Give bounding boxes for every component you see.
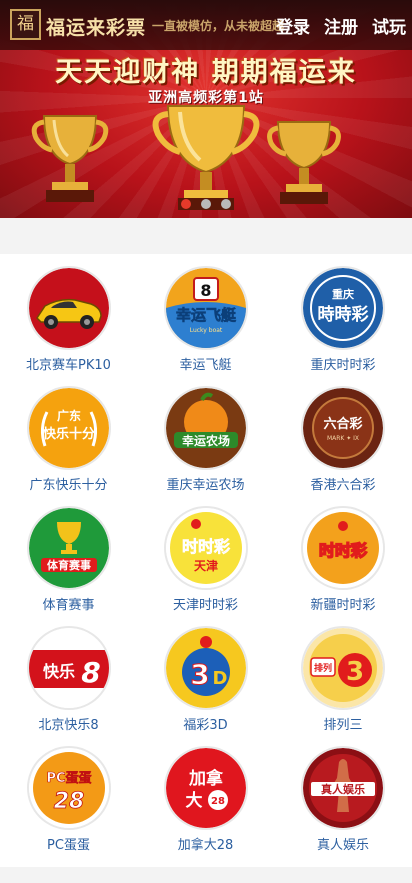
logo-text[interactable]: 福运来彩票 <box>46 13 146 40</box>
xinjiang-ssc-icon[interactable]: 时时彩 <box>303 508 383 588</box>
pl-num: 3 <box>346 657 364 687</box>
slogan: 一直被模仿，从未被超越 <box>152 19 285 33</box>
six-sub-text: MARK ✦ IX <box>327 435 359 442</box>
pc-egg-icon[interactable]: PC蛋蛋 28 <box>28 748 109 828</box>
ca-text-1: 加拿 <box>188 768 224 789</box>
egg-top-text: PC蛋蛋 <box>46 771 91 786</box>
login-link[interactable]: 登录 <box>276 13 310 38</box>
section-gap <box>0 218 412 254</box>
auth-nav: 登录 注册 试玩 <box>276 13 406 38</box>
game-label: 香港六合彩 <box>310 478 376 493</box>
game-label: 广东快乐十分 <box>29 478 108 493</box>
lucky-boat-icon[interactable]: 8 幸运飞艇 Lucky boat <box>165 268 246 348</box>
game-tile[interactable]: 时时彩 天津 天津时时彩 <box>137 508 274 628</box>
live-text: 真人娱乐 <box>321 782 365 796</box>
game-label: 重庆时时彩 <box>310 358 376 373</box>
egg-num: 28 <box>53 789 84 814</box>
ca-text-2: 大 <box>185 790 202 811</box>
gd-bottom-text: 快乐十分 <box>42 426 94 442</box>
game-tile[interactable]: 北京赛车PK10 <box>0 268 137 388</box>
game-label: 北京快乐8 <box>38 718 99 733</box>
live-casino-icon[interactable]: 真人娱乐 <box>303 748 383 828</box>
game-label: 重庆幸运农场 <box>166 478 245 493</box>
game-label: 天津时时彩 <box>172 598 238 613</box>
tj-city-text: 天津 <box>193 558 217 573</box>
slide-indicator <box>0 199 412 209</box>
trial-link[interactable]: 试玩 <box>372 13 406 38</box>
game-label: 幸运飞艇 <box>179 358 232 373</box>
trophy-center-icon <box>152 105 260 210</box>
game-label: 新疆时时彩 <box>310 598 376 613</box>
trophy-right-icon <box>267 121 341 204</box>
game-tile[interactable]: 重庆 時時彩 重庆时时彩 <box>274 268 412 388</box>
game-tile[interactable]: PC蛋蛋 28 PC蛋蛋 <box>0 748 137 868</box>
mark-six-icon[interactable]: 六合彩 MARK ✦ IX <box>303 388 383 468</box>
trophy-left-icon <box>31 115 109 202</box>
canada-28-icon[interactable]: 加拿 大 28 <box>165 748 246 828</box>
farm-text: 幸运农场 <box>181 433 229 448</box>
sports-text: 体育赛事 <box>47 558 91 572</box>
bottom-gap <box>0 867 412 883</box>
race-car-icon[interactable] <box>28 268 109 348</box>
game-tile[interactable]: 时时彩 新疆时时彩 <box>274 508 412 628</box>
top-bar: 福 福运来彩票 一直被模仿，从未被超越 登录 注册 试玩 <box>0 0 412 50</box>
guangdong-happy-ten-icon[interactable]: 广东 快乐十分 <box>28 388 109 468</box>
logo-mark[interactable]: 福 <box>10 9 41 40</box>
chongqing-ssc-icon[interactable]: 重庆 時時彩 <box>303 268 383 348</box>
welfare-3d-icon[interactable]: 3 D <box>165 628 246 708</box>
banner-headline: 天天迎财神 期期福运来 <box>55 57 357 88</box>
game-label: 福彩3D <box>183 718 228 733</box>
game-label: 排列三 <box>323 718 363 733</box>
game-label: 加拿大28 <box>177 838 234 853</box>
six-name-text: 六合彩 <box>323 416 362 432</box>
game-tile[interactable]: 六合彩 MARK ✦ IX 香港六合彩 <box>274 388 412 508</box>
pl-text: 排列 <box>314 662 332 674</box>
sports-trophy-icon[interactable]: 体育赛事 <box>28 508 109 588</box>
lucky-farm-icon[interactable]: 幸运农场 <box>165 388 246 468</box>
game-tile[interactable]: 快乐 8 北京快乐8 <box>0 628 137 748</box>
gd-top-text: 广东 <box>56 408 80 423</box>
game-tile[interactable]: 体育赛事 体育赛事 <box>0 508 137 628</box>
slide-dot-2[interactable] <box>201 199 211 209</box>
tianjin-ssc-icon[interactable]: 时时彩 天津 <box>165 508 246 588</box>
lucky-boat-number: 8 <box>200 281 211 300</box>
cq-city-text: 重庆 <box>332 287 354 301</box>
game-label: 北京赛车PK10 <box>26 358 111 373</box>
w3d-d: D <box>212 668 227 689</box>
game-label: 真人娱乐 <box>316 838 369 853</box>
game-grid: 北京赛车PK10 8 幸运飞艇 Lucky boat 幸运飞艇 重庆 時時彩 重… <box>0 254 412 867</box>
beijing-happy-8-icon[interactable]: 快乐 8 <box>28 628 109 708</box>
game-tile[interactable]: 3 D 福彩3D <box>137 628 274 748</box>
game-tile[interactable]: 8 幸运飞艇 Lucky boat 幸运飞艇 <box>137 268 274 388</box>
game-tile[interactable]: 真人娱乐 真人娱乐 <box>274 748 412 868</box>
h8-num: 8 <box>81 656 100 689</box>
h8-text: 快乐 <box>42 662 74 681</box>
game-tile[interactable]: 加拿 大 28 加拿大28 <box>137 748 274 868</box>
game-label: 体育赛事 <box>42 598 95 613</box>
cq-name-text: 時時彩 <box>318 304 369 325</box>
game-tile[interactable]: 幸运农场 重庆幸运农场 <box>137 388 274 508</box>
game-tile[interactable]: 广东 快乐十分 广东快乐十分 <box>0 388 137 508</box>
ca-num: 28 <box>211 796 225 807</box>
banner[interactable]: 福 福运来彩票 一直被模仿，从未被超越 登录 注册 试玩 天天迎财神 期期福运来… <box>0 0 412 218</box>
game-label: PC蛋蛋 <box>47 838 90 853</box>
lucky-boat-text: 幸运飞艇 <box>175 306 236 324</box>
slide-dot-3[interactable] <box>221 199 231 209</box>
register-link[interactable]: 注册 <box>324 13 358 38</box>
w3d-num: 3 <box>190 658 209 691</box>
xj-name-text: 时时彩 <box>319 541 367 560</box>
slide-dot-1[interactable] <box>181 199 191 209</box>
lucky-boat-sub: Lucky boat <box>189 327 222 334</box>
tj-name-text: 时时彩 <box>181 537 229 556</box>
pailie-3-icon[interactable]: 排列 3 <box>303 628 383 708</box>
game-tile[interactable]: 排列 3 排列三 <box>274 628 412 748</box>
